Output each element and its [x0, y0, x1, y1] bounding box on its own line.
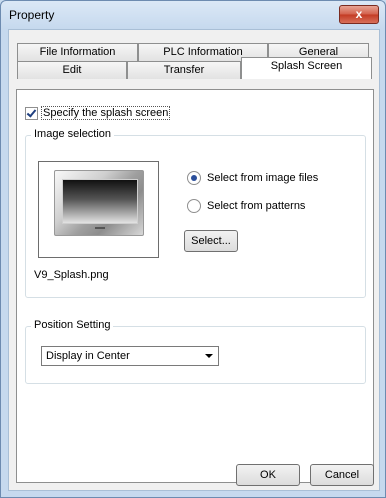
preview-detail [95, 227, 105, 229]
tab-transfer[interactable]: Transfer [127, 61, 241, 79]
splash-checkbox[interactable] [25, 106, 38, 120]
window-title: Property [9, 8, 55, 22]
radio-patterns-label: Select from patterns [207, 200, 306, 212]
image-selection-group: Image selection Select from image files … [25, 128, 366, 298]
radio-image-files-label: Select from image files [207, 172, 319, 184]
radio-patterns[interactable] [187, 199, 201, 213]
image-filename: V9_Splash.png [34, 269, 109, 281]
ok-button[interactable]: OK [236, 464, 300, 486]
close-button[interactable]: x [339, 5, 379, 24]
position-dropdown[interactable]: Display in Center [41, 346, 219, 366]
radio-image-files-row[interactable]: Select from image files [187, 171, 318, 185]
cancel-button[interactable]: Cancel [310, 464, 374, 486]
radio-patterns-row[interactable]: Select from patterns [187, 199, 305, 213]
splash-screen-panel: Specify the splash screen Image selectio… [16, 89, 374, 483]
select-button[interactable]: Select... [184, 230, 238, 252]
position-dropdown-value: Display in Center [46, 350, 130, 362]
tab-splash-screen[interactable]: Splash Screen [241, 57, 372, 79]
tab-file-information[interactable]: File Information [17, 43, 138, 61]
position-setting-group: Position Setting Display in Center [25, 319, 366, 384]
image-preview-box [38, 161, 159, 258]
chevron-down-icon [205, 354, 213, 358]
splash-checkbox-label: Specify the splash screen [41, 106, 171, 120]
property-dialog: Property x File Information PLC Informat… [0, 0, 386, 498]
dialog-client-area: File Information PLC Information General… [8, 29, 380, 491]
image-selection-title: Image selection [31, 128, 115, 140]
tab-edit[interactable]: Edit [17, 61, 127, 79]
title-bar: Property x [1, 1, 385, 29]
splash-checkbox-row[interactable]: Specify the splash screen [25, 106, 171, 120]
position-setting-title: Position Setting [31, 319, 114, 331]
splash-image-preview [54, 170, 144, 236]
preview-screen [62, 179, 138, 224]
radio-image-files[interactable] [187, 171, 201, 185]
